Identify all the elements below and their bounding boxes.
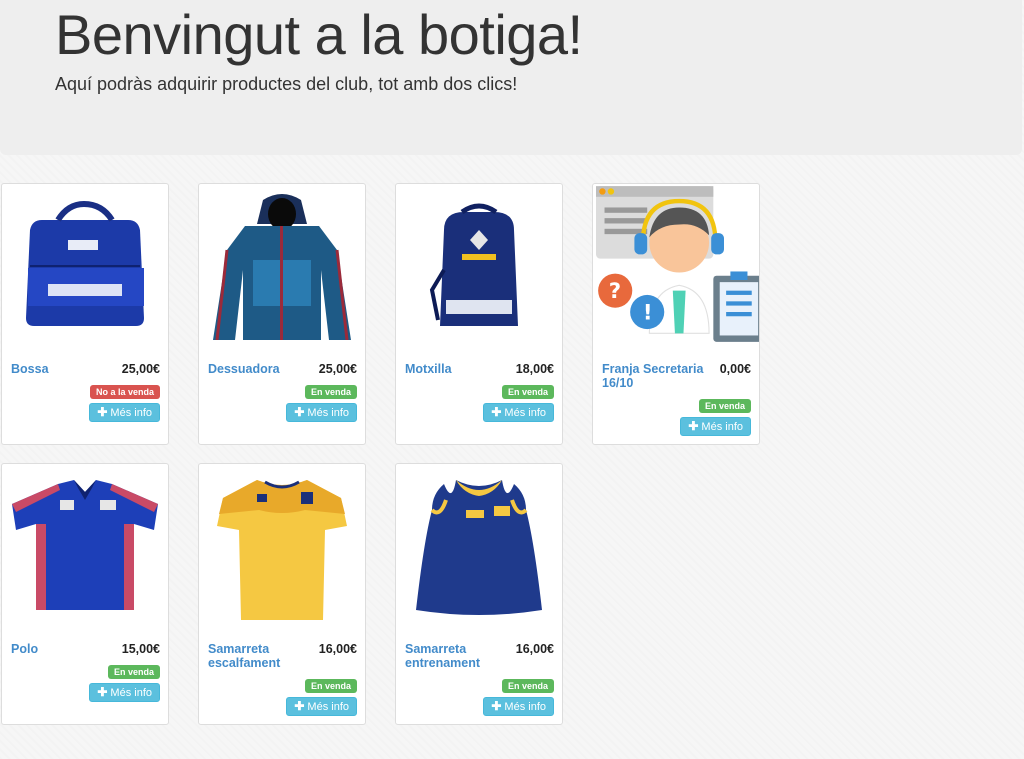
product-card-franja-secretaria: ? ! Franja Secretaria 16/10 0,00€ En ven… (592, 183, 760, 445)
status-badge: No a la venda (89, 385, 160, 399)
product-image-bag (26, 200, 144, 326)
plus-icon: ✚ (294, 405, 305, 419)
product-name[interactable]: Motxilla (405, 362, 505, 376)
plus-icon: ✚ (491, 405, 502, 419)
status-badge: En venda (501, 679, 554, 693)
plus-icon: ✚ (688, 419, 699, 433)
more-info-button[interactable]: ✚ Més info (483, 697, 554, 716)
product-price: 15,00€ (121, 642, 160, 656)
welcome-banner: Benvingut a la botiga! Aquí podràs adqui… (0, 0, 1022, 155)
product-image-support-agent: ? ! (596, 186, 759, 342)
product-price: 0,00€ (719, 362, 751, 376)
svg-text:!: ! (643, 300, 653, 325)
more-info-button[interactable]: ✚ Més info (89, 683, 160, 702)
product-image-backpack (429, 203, 518, 326)
product-image-polo (12, 480, 158, 610)
product-card-dessuadora: Dessuadora 25,00€ En venda ✚ Més info (198, 183, 366, 445)
product-name[interactable]: Franja Secretaria 16/10 (602, 362, 712, 390)
product-card-bossa: Bossa 25,00€ No a la venda ✚ Més info (1, 183, 169, 445)
product-image-hoodie (213, 194, 351, 340)
product-image-training-vest (416, 480, 542, 615)
product-price: 18,00€ (515, 362, 554, 376)
more-info-button[interactable]: ✚ Més info (680, 417, 751, 436)
product-price: 16,00€ (515, 642, 554, 656)
product-price: 25,00€ (121, 362, 160, 376)
status-badge: En venda (698, 399, 751, 413)
more-info-button[interactable]: ✚ Més info (286, 403, 357, 422)
status-badge: En venda (304, 385, 357, 399)
status-badge: En venda (501, 385, 554, 399)
more-info-label: Més info (110, 407, 152, 419)
plus-icon: ✚ (97, 685, 108, 699)
product-name[interactable]: Dessuadora (208, 362, 308, 376)
product-card-polo: Polo 15,00€ En venda ✚ Més info (1, 463, 169, 725)
plus-icon: ✚ (491, 699, 502, 713)
product-card-samarreta-escalfament: Samarreta escalfament 16,00€ En venda ✚ M… (198, 463, 366, 725)
product-name[interactable]: Samarreta escalfament (208, 642, 308, 670)
plus-icon: ✚ (294, 699, 305, 713)
product-image-yellow-shirt (217, 480, 347, 620)
plus-icon: ✚ (97, 405, 108, 419)
more-info-button[interactable]: ✚ Més info (483, 403, 554, 422)
more-info-label: Més info (307, 701, 349, 713)
product-name[interactable]: Samarreta entrenament (405, 642, 505, 670)
status-badge: En venda (304, 679, 357, 693)
status-badge: En venda (107, 665, 160, 679)
page-subtitle: Aquí podràs adquirir productes del club,… (55, 74, 518, 94)
product-price: 16,00€ (318, 642, 357, 656)
page-title: Benvingut a la botiga! (55, 3, 583, 66)
more-info-label: Més info (701, 421, 743, 433)
more-info-label: Més info (504, 701, 546, 713)
svg-text:?: ? (609, 279, 621, 304)
product-card-samarreta-entrenament: Samarreta entrenament 16,00€ En venda ✚ M… (395, 463, 563, 725)
product-name[interactable]: Polo (11, 642, 111, 656)
product-name[interactable]: Bossa (11, 362, 111, 376)
product-card-motxilla: Motxilla 18,00€ En venda ✚ Més info (395, 183, 563, 445)
more-info-button[interactable]: ✚ Més info (286, 697, 357, 716)
product-price: 25,00€ (318, 362, 357, 376)
more-info-label: Més info (504, 407, 546, 419)
more-info-button[interactable]: ✚ Més info (89, 403, 160, 422)
more-info-label: Més info (307, 407, 349, 419)
more-info-label: Més info (110, 687, 152, 699)
